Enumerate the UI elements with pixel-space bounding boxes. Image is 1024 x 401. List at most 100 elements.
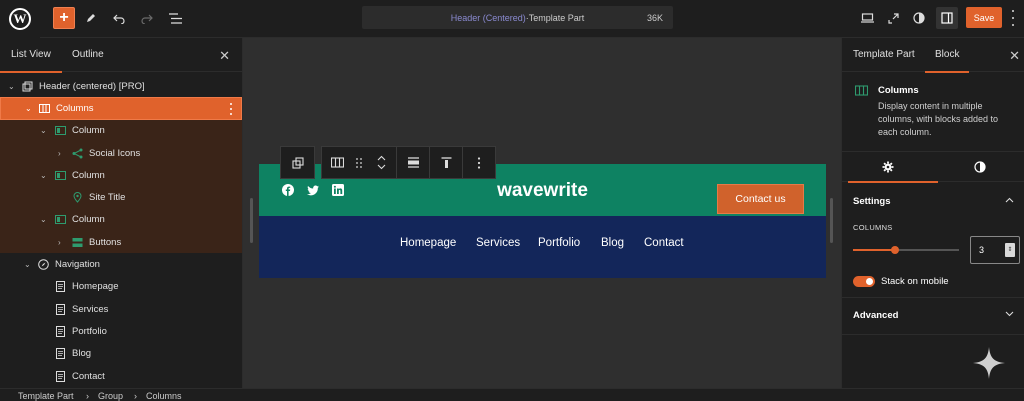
chevron-down-icon[interactable]: ⌄ [40, 126, 47, 135]
block-description: Display content in multiple columns, wit… [878, 101, 999, 137]
slider-thumb[interactable] [891, 246, 900, 254]
list-item-label: Social Icons [89, 147, 141, 159]
list-item-label: Column [72, 214, 105, 226]
chevron-down-icon[interactable] [377, 164, 386, 170]
divider [842, 297, 1024, 298]
list-item-buttons[interactable]: › Buttons [0, 231, 242, 254]
resize-handle-left[interactable] [250, 198, 253, 243]
chevron-down-icon[interactable]: ⌄ [25, 104, 32, 113]
move-buttons[interactable] [366, 147, 396, 178]
chevron-down-icon[interactable]: ⌄ [40, 215, 47, 224]
chevron-up-icon[interactable] [1005, 195, 1014, 205]
breadcrumb-item[interactable]: Columns [146, 391, 182, 401]
align-button[interactable] [396, 147, 429, 178]
list-item-page[interactable]: Homepage [0, 276, 242, 298]
edit-tool-button[interactable] [80, 7, 102, 29]
breadcrumb: Template Part › Group › Columns [0, 388, 1024, 401]
columns-number-input[interactable]: 3 ⇕ [970, 236, 1020, 264]
wordpress-icon: W [9, 8, 31, 30]
list-item-page[interactable]: Portfolio [0, 320, 242, 342]
list-item-page[interactable]: Services [0, 298, 242, 320]
list-item-header[interactable]: ⌄ Header (centered) [PRO] [0, 75, 242, 97]
page-icon [56, 370, 65, 382]
sidebar-icon [941, 12, 953, 24]
redo-button[interactable] [136, 7, 158, 29]
settings-sidebar-toggle[interactable] [936, 7, 958, 29]
document-title-bar[interactable]: Header (Centered) · Template Part 36K [362, 6, 673, 29]
redo-icon [141, 14, 153, 24]
resize-handle-right[interactable] [830, 198, 833, 243]
tab-settings[interactable] [842, 152, 938, 183]
columns-icon [330, 157, 344, 168]
tab-template-part[interactable]: Template Part [853, 38, 915, 72]
close-icon[interactable]: ✕ [219, 48, 230, 64]
block-controls-group [321, 146, 496, 179]
contact-us-button[interactable]: Contact us [717, 184, 804, 214]
tab-styles[interactable] [934, 152, 1024, 182]
breadcrumb-item[interactable]: Group [98, 391, 123, 401]
list-item-columns[interactable]: ⌄ Columns [0, 97, 242, 120]
tab-list-view[interactable]: List View [0, 38, 62, 73]
drag-handle[interactable] [352, 147, 366, 178]
chevron-down-icon[interactable]: ⌄ [40, 171, 47, 180]
list-item-label: Columns [56, 102, 94, 114]
breadcrumb-item[interactable]: Template Part [18, 391, 74, 401]
block-card: Columns Display content in multiple colu… [842, 72, 1024, 152]
options-menu-button[interactable] [1008, 10, 1018, 26]
chevron-down-icon[interactable]: ⌄ [24, 260, 31, 269]
nav-link-blog[interactable]: Blog [601, 237, 624, 249]
navigation-block[interactable]: Homepage Services Portfolio Blog Contact [259, 216, 826, 278]
block-options-icon[interactable] [230, 103, 233, 116]
stack-on-mobile-label: Stack on mobile [881, 276, 949, 287]
settings-section-title[interactable]: Settings [853, 196, 890, 207]
list-item-column[interactable]: ⌄ Column [0, 119, 242, 142]
fullscreen-button[interactable] [882, 7, 904, 29]
external-icon [887, 12, 899, 24]
list-view-icon [168, 12, 182, 24]
spin-button[interactable]: ⇕ [1005, 243, 1015, 257]
tab-outline[interactable]: Outline [72, 38, 104, 72]
add-block-button[interactable]: + [53, 7, 75, 29]
undo-button[interactable] [108, 7, 130, 29]
close-icon[interactable]: ✕ [1009, 48, 1020, 64]
divider [842, 334, 1024, 335]
nav-link-services[interactable]: Services [476, 237, 520, 249]
stack-on-mobile-toggle[interactable] [853, 276, 875, 287]
parent-block-group [280, 146, 315, 179]
chevron-right-icon[interactable]: › [58, 238, 61, 247]
wordpress-logo-button[interactable]: W [0, 0, 40, 38]
select-parent-button[interactable] [281, 147, 314, 178]
save-button[interactable]: Save [966, 7, 1002, 28]
styles-button[interactable] [908, 7, 930, 29]
list-item-page[interactable]: Contact [0, 365, 242, 387]
preview-device-button[interactable] [856, 7, 878, 29]
nav-link-contact[interactable]: Contact [644, 237, 684, 249]
list-item-navigation[interactable]: ⌄ Navigation [0, 253, 242, 275]
nav-link-homepage[interactable]: Homepage [400, 237, 456, 249]
align-wide-icon [407, 157, 419, 168]
editor-canvas[interactable]: wavewrite Contact us Homepage Services P… [243, 38, 841, 388]
vertical-align-button[interactable] [429, 147, 462, 178]
block-type-button[interactable] [322, 147, 352, 178]
list-item-label: Navigation [55, 259, 100, 271]
chevron-down-icon[interactable]: ⌄ [8, 82, 15, 91]
list-item-column[interactable]: ⌄ Column [0, 208, 242, 232]
document-overview-button[interactable] [164, 7, 186, 29]
map-pin-icon [73, 192, 82, 203]
columns-slider[interactable] [853, 246, 959, 254]
chevron-up-icon[interactable] [377, 155, 386, 161]
advanced-section-title[interactable]: Advanced [853, 310, 898, 321]
nav-link-portfolio[interactable]: Portfolio [538, 237, 580, 249]
list-item-column[interactable]: ⌄ Column [0, 164, 242, 187]
contrast-icon [913, 12, 925, 24]
top-toolbar: W + Header (Centered) · Template Part 36… [0, 0, 1024, 38]
chevron-right-icon[interactable]: › [58, 149, 61, 158]
list-item-social-icons[interactable]: › Social Icons [0, 141, 242, 165]
contrast-icon [973, 161, 986, 173]
tab-block[interactable]: Block [924, 38, 971, 73]
page-icon [56, 281, 65, 293]
more-options-button[interactable] [462, 147, 495, 178]
chevron-down-icon[interactable] [1005, 309, 1014, 319]
list-item-site-title[interactable]: Site Title [0, 186, 242, 209]
list-item-page[interactable]: Blog [0, 343, 242, 365]
